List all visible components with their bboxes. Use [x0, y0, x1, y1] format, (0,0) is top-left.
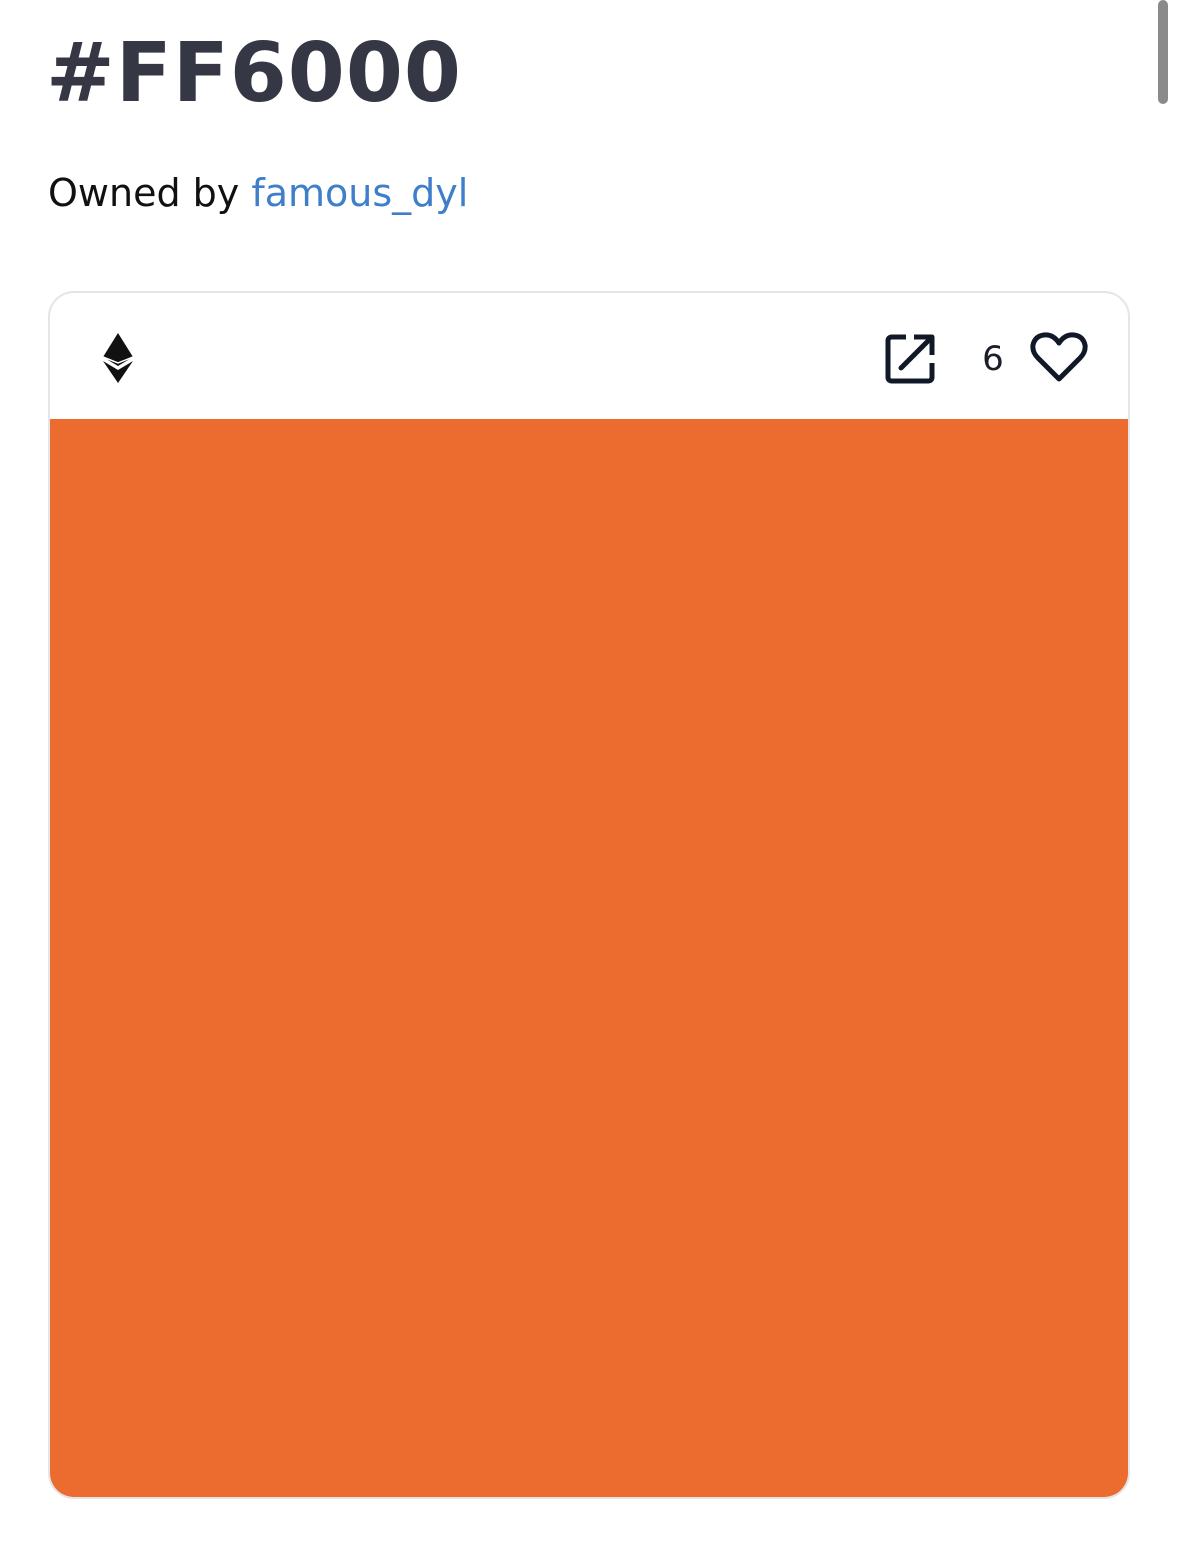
- like-button[interactable]: [1030, 331, 1088, 385]
- ethereum-icon: [101, 333, 135, 385]
- scrollbar[interactable]: [1158, 0, 1168, 104]
- owner-link[interactable]: famous_dyl: [251, 171, 468, 215]
- like-count: 6: [982, 339, 1004, 379]
- card-header: 6: [50, 293, 1128, 419]
- color-swatch: [50, 419, 1128, 1497]
- nft-detail-page: #FF6000 Owned by famous_dyl 6: [0, 0, 1178, 1549]
- nft-card: 6: [48, 291, 1130, 1499]
- page-title: #FF6000: [46, 26, 462, 121]
- heart-outline-icon: [1030, 332, 1088, 382]
- owner-prefix: Owned by: [48, 171, 252, 215]
- owner-line: Owned by famous_dyl: [48, 168, 468, 218]
- external-link-icon: [885, 334, 935, 384]
- open-external-button[interactable]: [884, 333, 936, 385]
